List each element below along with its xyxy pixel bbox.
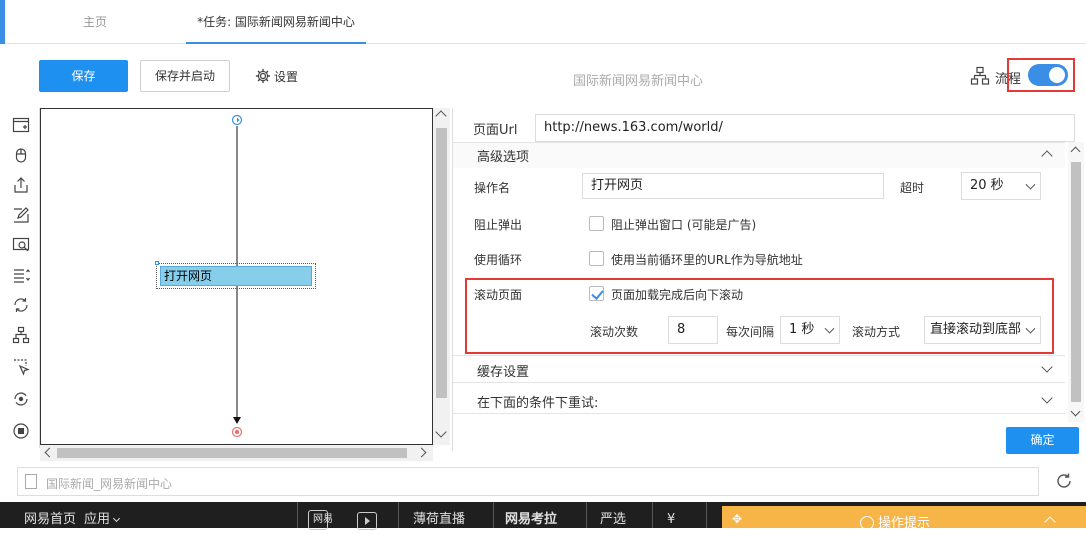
timeout-value: 20 秒 [970,178,1004,193]
stop-icon[interactable] [11,422,31,442]
nav-item-home[interactable]: 网易首页 [24,502,76,528]
click-mouse-icon[interactable] [11,146,31,166]
advanced-section-header[interactable]: 高级选项 [453,142,1065,168]
scroll-down-icon[interactable] [1070,406,1081,417]
chevron-up-icon[interactable] [1044,516,1056,528]
advanced-section-title: 高级选项 [477,150,530,165]
canvas-vscroll-thumb[interactable] [436,128,447,398]
upload-icon[interactable] [11,176,31,196]
timeout-label: 超时 [900,181,925,195]
flow-diagram-icon [970,66,990,86]
highlight-box-scroll [465,278,1054,354]
chevron-down-icon [1025,179,1036,190]
task-title: 国际新闻网易新闻中心 [572,74,703,89]
divider [297,502,298,528]
page-icon [25,474,37,489]
url-input[interactable]: http://news.163.com/world/ [535,114,1075,142]
switch-window-icon[interactable] [11,390,31,410]
nav-item-apps[interactable]: 应用 [84,502,110,528]
tab-task[interactable]: *任务: 国际新闻网易新闻中心 [186,0,366,44]
edit-input-icon[interactable] [11,206,31,226]
chevron-up-icon[interactable] [1041,150,1053,162]
browser-url-bar[interactable]: 国际新闻_网易新闻中心 [17,467,1039,496]
operation-hint-bar[interactable]: ✥ 操作提示 [722,506,1086,531]
retry-section-header[interactable]: 在下面的条件下重试: [453,382,1065,414]
scroll-left-icon[interactable] [44,447,55,458]
op-name-input[interactable]: 打开网页 [582,173,884,199]
canvas-vertical-scrollbar[interactable] [433,108,450,445]
divider [652,502,653,528]
node-handle[interactable] [155,261,159,265]
nav-item-kaola[interactable]: 网易考拉 [505,502,557,528]
panel-vscroll-thumb[interactable] [1071,162,1081,402]
workflow-node-open-page[interactable]: 打开网页 [160,266,312,286]
block-popup-checkbox[interactable] [589,216,604,231]
loop-label: 使用循环 [474,253,523,267]
tab-home[interactable]: 主页 [40,0,150,44]
url-label: 页面Url [473,123,518,138]
browser-url-text: 国际新闻_网易新闻中心 [46,477,173,491]
block-popup-label: 阻止弹出 [474,218,523,232]
retry-section-title: 在下面的条件下重试: [477,396,599,411]
chevron-down-icon[interactable] [1041,361,1053,373]
divider [586,502,587,528]
operation-hint-label: 操作提示 [878,516,931,531]
canvas-horizontal-scrollbar[interactable] [40,445,433,461]
cache-section-title: 缓存设置 [477,365,530,380]
branch-icon[interactable] [11,326,31,346]
loop-icon[interactable] [11,296,31,316]
move-icon: ✥ [732,512,743,526]
refresh-icon[interactable] [1055,472,1073,490]
add-step-icon[interactable] [11,116,31,136]
divider [493,502,494,528]
cache-section-header[interactable]: 缓存设置 [453,355,1065,382]
tab-bar: 主页 *任务: 国际新闻网易新闻中心 [0,0,1086,44]
nav-item-yanxuan[interactable]: 严选 [600,502,626,528]
highlight-box-flow [1007,58,1075,92]
chevron-down-icon [112,514,121,523]
divider [706,502,707,528]
video-play-icon[interactable] [357,512,377,530]
confirm-button[interactable]: 确定 [1006,427,1079,454]
divider [398,502,399,528]
list-icon[interactable] [11,266,31,286]
scroll-up-icon[interactable] [435,110,447,122]
chevron-down-icon[interactable] [1041,392,1053,404]
nav-item-mobile: 网易 [313,514,333,525]
extract-data-icon[interactable] [11,236,31,256]
tool-palette [0,108,40,448]
panel-vertical-scrollbar[interactable] [1068,142,1084,422]
op-name-label: 操作名 [474,181,511,195]
nav-item-pay[interactable]: ¥ [667,502,675,528]
scroll-right-icon[interactable] [416,447,427,458]
timeout-select[interactable]: 20 秒 [961,172,1041,200]
canvas-hscroll-thumb[interactable] [57,448,407,458]
loop-checkbox[interactable] [589,251,604,266]
tab-bar-accent [0,0,5,44]
loop-text: 使用当前循环里的URL作为导航地址 [611,253,803,267]
select-element-icon[interactable] [11,358,31,378]
scroll-up-icon[interactable] [1070,146,1081,157]
nav-item-live[interactable]: 薄荷直播 [413,502,465,528]
block-popup-text: 阻止弹出窗口 (可能是广告) [611,218,757,232]
scroll-down-icon[interactable] [435,426,447,438]
